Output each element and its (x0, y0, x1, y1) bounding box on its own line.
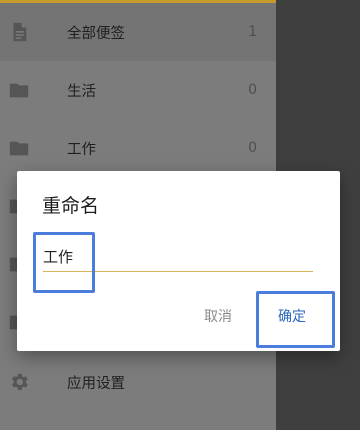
folder-icon (9, 141, 29, 156)
note-icon (13, 22, 27, 42)
confirm-highlight-box (256, 291, 335, 348)
input-highlight-box (33, 232, 95, 293)
drawer-item-all-notes[interactable]: 全部便签 1 (0, 3, 276, 61)
drawer-item-label: 工作 (67, 141, 96, 158)
folder-icon (9, 83, 29, 98)
drawer-item-label: 应用设置 (67, 375, 125, 392)
drawer-item-count: 0 (248, 140, 257, 156)
drawer-item-label: 生活 (67, 83, 96, 100)
drawer-item-life[interactable]: 生活 0 (0, 61, 276, 119)
drawer-item-count: 0 (248, 82, 257, 98)
drawer-item-label: 全部便签 (67, 25, 125, 42)
drawer-item-settings[interactable]: 应用设置 (0, 353, 276, 411)
cancel-button[interactable]: 取消 (204, 306, 232, 326)
dialog-title: 重命名 (42, 195, 100, 217)
gear-icon (11, 373, 28, 390)
drawer-item-count: 1 (248, 24, 257, 40)
drawer-item-work[interactable]: 工作 0 (0, 119, 276, 177)
